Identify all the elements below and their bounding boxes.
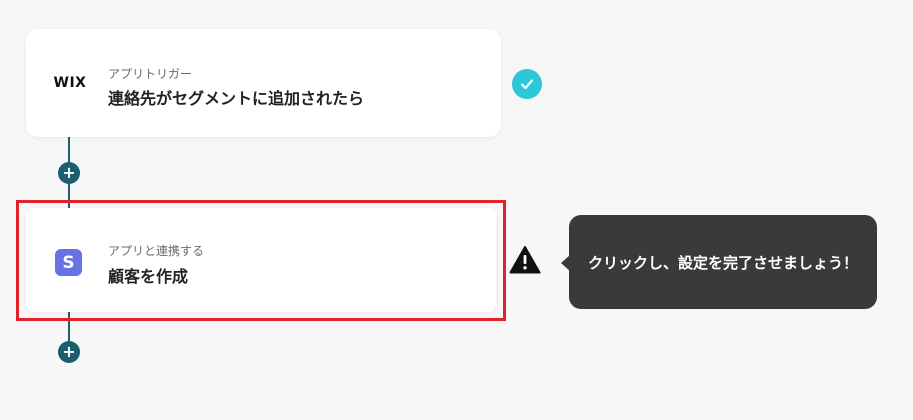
plus-icon: + xyxy=(62,342,76,361)
add-step-button[interactable]: + xyxy=(58,162,80,184)
checkmark-glyph xyxy=(520,79,534,90)
trigger-step-card[interactable]: WIX アプリトリガー 連絡先がセグメントに追加されたら xyxy=(26,29,501,137)
plus-icon: + xyxy=(62,163,76,182)
check-icon xyxy=(512,69,542,99)
action-step-highlight xyxy=(16,200,506,321)
wix-logo: WIX xyxy=(53,75,87,91)
setup-hint-tooltip: クリックし、設定を完了させましょう！ xyxy=(569,215,877,309)
add-step-button[interactable]: + xyxy=(58,341,80,363)
trigger-step-title: 連絡先がセグメントに追加されたら xyxy=(108,89,365,108)
tooltip-text: クリックし、設定を完了させましょう！ xyxy=(587,253,858,272)
warning-icon xyxy=(509,246,541,274)
trigger-step-subtitle: アプリトリガー xyxy=(108,67,193,81)
